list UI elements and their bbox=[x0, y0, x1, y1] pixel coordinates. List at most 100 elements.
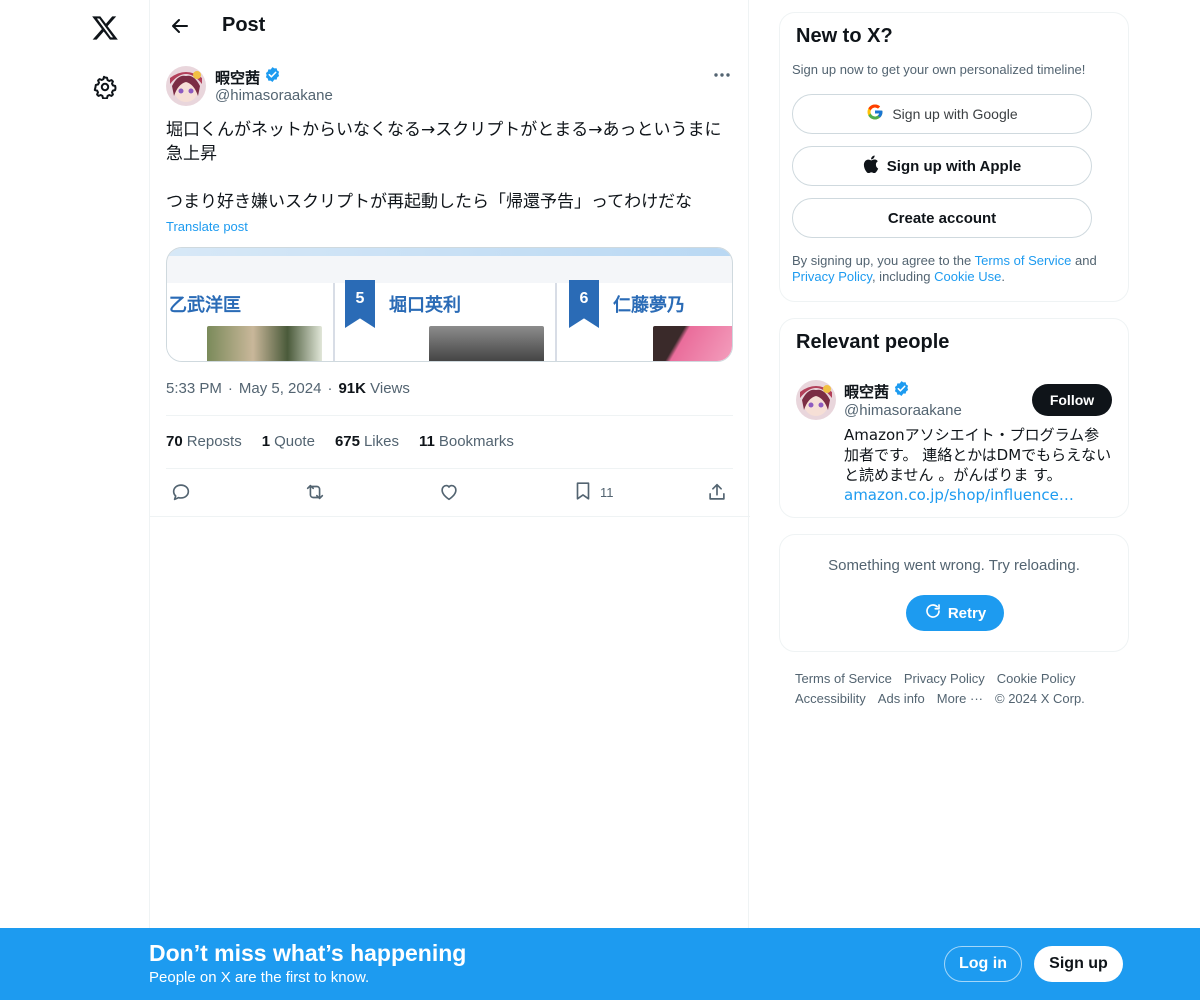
bookmark-action[interactable]: 11 bbox=[572, 478, 614, 506]
post-actions: 11 bbox=[166, 478, 733, 508]
likes-label: Likes bbox=[363, 433, 399, 450]
page-title: Post bbox=[222, 14, 266, 36]
views-label: Views bbox=[370, 380, 410, 397]
footer-link-ads-info[interactable]: Ads info bbox=[878, 691, 925, 706]
author-handle[interactable]: @himasoraakane bbox=[215, 87, 333, 104]
card-title: New to X? bbox=[796, 25, 893, 47]
retry-button[interactable]: Retry bbox=[906, 595, 1004, 631]
footer-links: Terms of Service Privacy Policy Cookie Pol… bbox=[795, 669, 1125, 709]
cookie-use-link[interactable]: Cookie Use bbox=[934, 269, 1001, 284]
divider bbox=[150, 516, 750, 517]
translate-post-link[interactable]: Translate post bbox=[166, 219, 248, 234]
apple-signup-button[interactable]: Sign up with Apple bbox=[792, 146, 1092, 186]
likes-stat[interactable]: 675 Likes bbox=[335, 433, 399, 450]
meta-separator: · bbox=[327, 380, 333, 397]
signup-button[interactable]: Sign up bbox=[1034, 946, 1123, 982]
footer-link-accessibility[interactable]: Accessibility bbox=[795, 691, 866, 706]
follow-button[interactable]: Follow bbox=[1032, 384, 1112, 416]
engagement-stats: 70 Reposts 1 Quote 675 Likes 11 Bookmarks bbox=[166, 433, 514, 450]
card-subtitle: Sign up now to get your own personalized… bbox=[792, 62, 1086, 77]
trends-error-card: Something went wrong. Try reloading. Ret… bbox=[779, 534, 1129, 652]
divider bbox=[166, 415, 733, 416]
verified-badge-icon bbox=[264, 66, 281, 88]
like-heart-icon[interactable] bbox=[438, 478, 460, 506]
candidate-photo bbox=[429, 326, 544, 361]
settings-gear-icon[interactable] bbox=[85, 67, 125, 107]
x-logo-icon[interactable] bbox=[85, 8, 125, 48]
candidate-panel: 6 仁藤夢乃 bbox=[555, 280, 732, 361]
person-name-row: 暇空茜 bbox=[844, 380, 910, 402]
refresh-icon bbox=[924, 602, 942, 624]
author-name-row: 暇空茜 bbox=[215, 66, 281, 88]
candidate-name: 堀口英利 bbox=[389, 295, 461, 316]
primary-column: Post 暇空茜 @himasoraakane 堀口くんがネットからいなくなる→… bbox=[149, 0, 750, 1000]
candidate-name: 仁藤夢乃 bbox=[613, 295, 685, 316]
reposts-count: 70 bbox=[166, 433, 183, 450]
candidate-number-badge: 5 bbox=[345, 280, 375, 328]
login-button[interactable]: Log in bbox=[944, 946, 1022, 982]
new-to-x-card: New to X? Sign up now to get your own pe… bbox=[779, 12, 1129, 302]
bookmarks-label: Bookmarks bbox=[438, 433, 514, 450]
footer-link-cookie[interactable]: Cookie Policy bbox=[997, 671, 1076, 686]
candidate-photo bbox=[653, 326, 732, 361]
person-avatar[interactable] bbox=[796, 380, 836, 420]
bookmarks-count: 11 bbox=[419, 433, 435, 450]
error-message: Something went wrong. Try reloading. bbox=[828, 557, 1080, 574]
quotes-stat[interactable]: 1 Quote bbox=[262, 433, 315, 450]
candidate-number-badge: 6 bbox=[569, 280, 599, 328]
reposts-label: Reposts bbox=[186, 433, 242, 450]
bookmark-count: 11 bbox=[600, 484, 614, 500]
person-handle[interactable]: @himasoraakane bbox=[844, 402, 962, 419]
bookmark-icon bbox=[572, 480, 594, 505]
likes-count: 675 bbox=[334, 433, 360, 450]
google-logo-icon bbox=[866, 103, 884, 125]
more-options-icon[interactable] bbox=[710, 64, 734, 86]
person-name[interactable]: 暇空茜 bbox=[844, 381, 889, 402]
views: 91K Views bbox=[338, 380, 409, 397]
bookmarks-stat[interactable]: 11 Bookmarks bbox=[419, 433, 514, 450]
privacy-policy-link[interactable]: Privacy Policy bbox=[792, 269, 872, 284]
person-bio-link[interactable]: amazon.co.jp/shop/influence… bbox=[844, 486, 1074, 504]
reposts-stat[interactable]: 70 Reposts bbox=[166, 433, 242, 450]
apple-signup-label: Sign up with Apple bbox=[886, 157, 1022, 175]
image-top-band bbox=[167, 248, 732, 256]
relevant-people-card: Relevant people 暇空茜 @himasoraakane Follo… bbox=[779, 318, 1129, 518]
author-avatar[interactable] bbox=[166, 66, 206, 106]
footer-link-privacy[interactable]: Privacy Policy bbox=[904, 671, 985, 686]
views-count: 91K bbox=[338, 380, 366, 397]
back-arrow-icon[interactable] bbox=[162, 8, 198, 44]
verified-badge-icon bbox=[893, 380, 910, 402]
post-time[interactable]: 5:33 PM bbox=[166, 380, 222, 397]
reply-icon[interactable] bbox=[170, 478, 192, 506]
candidate-panel: 5 堀口英利 bbox=[333, 280, 555, 361]
banner-title: Don’t miss what’s happening bbox=[149, 940, 467, 966]
create-account-button[interactable]: Create account bbox=[792, 198, 1092, 238]
legal-text: By signing up, you agree to the bbox=[792, 253, 975, 268]
repost-icon[interactable] bbox=[304, 478, 326, 506]
candidate-name: 乙武洋匡 bbox=[169, 295, 241, 316]
person-bio-text: Amazonアソシエイト・プログラム参加者です。 連絡とかはDMでもらえないと読… bbox=[844, 426, 1112, 484]
post-text: 堀口くんがネットからいなくなる→スクリプトがとまる→あっというまに急上昇 つまり… bbox=[166, 120, 722, 212]
person-bio: Amazonアソシエイト・プログラム参加者です。 連絡とかはDMでもらえないと読… bbox=[844, 425, 1114, 505]
google-signup-button[interactable]: Sign up with Google bbox=[792, 94, 1092, 134]
footer-link-terms[interactable]: Terms of Service bbox=[795, 671, 892, 686]
post-date[interactable]: May 5, 2024 bbox=[239, 380, 322, 397]
share-icon[interactable] bbox=[706, 478, 728, 506]
legal-text: and bbox=[1071, 253, 1097, 268]
footer-copyright: © 2024 X Corp. bbox=[995, 691, 1085, 706]
post-image[interactable]: 乙武洋匡 5 堀口英利 6 仁藤夢乃 bbox=[166, 247, 733, 362]
google-signup-label: Sign up with Google bbox=[892, 106, 1018, 122]
divider bbox=[166, 468, 733, 469]
post-meta: 5:33 PM · May 5, 2024 · 91K Views bbox=[166, 380, 410, 397]
signup-legal-text: By signing up, you agree to the Terms of… bbox=[792, 253, 1112, 285]
meta-separator: · bbox=[227, 380, 233, 397]
quotes-label: Quote bbox=[274, 433, 315, 450]
apple-logo-icon bbox=[863, 155, 879, 177]
candidate-photo bbox=[207, 326, 322, 361]
retry-label: Retry bbox=[947, 604, 987, 622]
footer-link-more[interactable]: More ··· bbox=[937, 691, 983, 706]
author-name[interactable]: 暇空茜 bbox=[215, 67, 260, 88]
legal-text: . bbox=[1001, 269, 1005, 284]
quotes-count: 1 bbox=[261, 433, 271, 450]
terms-of-service-link[interactable]: Terms of Service bbox=[975, 253, 1072, 268]
